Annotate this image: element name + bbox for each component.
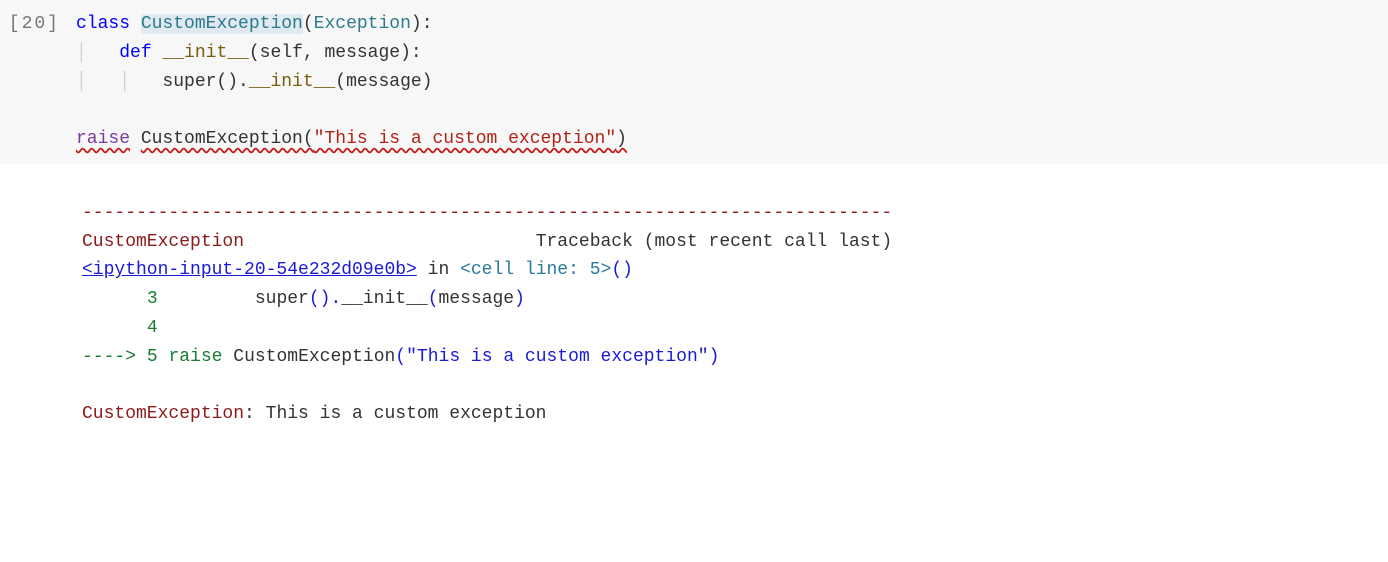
notebook-cell: [20] class CustomException(Exception): │…: [0, 0, 1388, 435]
in-word: in: [417, 260, 460, 280]
paren: (): [611, 260, 633, 280]
paren: ): [616, 129, 627, 149]
code-text: super: [255, 289, 309, 309]
function-name: __init__: [162, 43, 248, 63]
paren: ): [514, 289, 525, 309]
paren: ): [709, 347, 720, 367]
keyword-class: class: [76, 14, 130, 34]
paren: (: [303, 14, 314, 34]
exception-message: This is a custom exception: [266, 404, 547, 424]
exception-type: CustomException: [82, 232, 244, 252]
indent-guide: │: [76, 43, 119, 63]
paren: (: [428, 289, 439, 309]
paren: (: [395, 347, 406, 367]
arg: message: [439, 289, 515, 309]
line-number: 4: [147, 318, 158, 338]
keyword-def: def: [119, 43, 151, 63]
args: (message): [335, 72, 432, 92]
params: (self, message):: [249, 43, 422, 63]
traceback-separator: ----------------------------------------…: [82, 203, 892, 223]
paren: ().: [309, 289, 341, 309]
exception-call: CustomException: [141, 129, 303, 149]
base-class: Exception: [314, 14, 411, 34]
line-number: 5: [147, 347, 158, 367]
traceback-link[interactable]: <ipython-input-20-54e232d09e0b>: [82, 260, 417, 280]
colon: :: [244, 404, 266, 424]
init-call: __init__: [249, 72, 335, 92]
indent-guide: │ │: [76, 72, 162, 92]
traceback-header: Traceback (most recent call last): [536, 232, 892, 252]
exception-name-final: CustomException: [82, 404, 244, 424]
string-literal: "This is a custom exception": [314, 129, 616, 149]
code-input[interactable]: class CustomException(Exception): │ def …: [64, 0, 1388, 164]
paren: (: [303, 129, 314, 149]
super-call: super().: [162, 72, 248, 92]
class-name: CustomException: [141, 14, 303, 34]
line-number: 3: [147, 289, 158, 309]
cell-line-ref: <cell line: 5>: [460, 260, 611, 280]
keyword-raise: raise: [76, 129, 130, 149]
code-cell[interactable]: [20] class CustomException(Exception): │…: [0, 0, 1388, 164]
raise-keyword: raise: [168, 347, 222, 367]
string-literal: "This is a custom exception": [406, 347, 708, 367]
init-ref: __init__: [341, 289, 427, 309]
class-call: CustomException: [233, 347, 395, 367]
traceback-arrow: ---->: [82, 347, 147, 367]
cell-output: ----------------------------------------…: [0, 164, 1388, 435]
cell-prompt: [20]: [0, 0, 64, 164]
paren: ):: [411, 14, 433, 34]
